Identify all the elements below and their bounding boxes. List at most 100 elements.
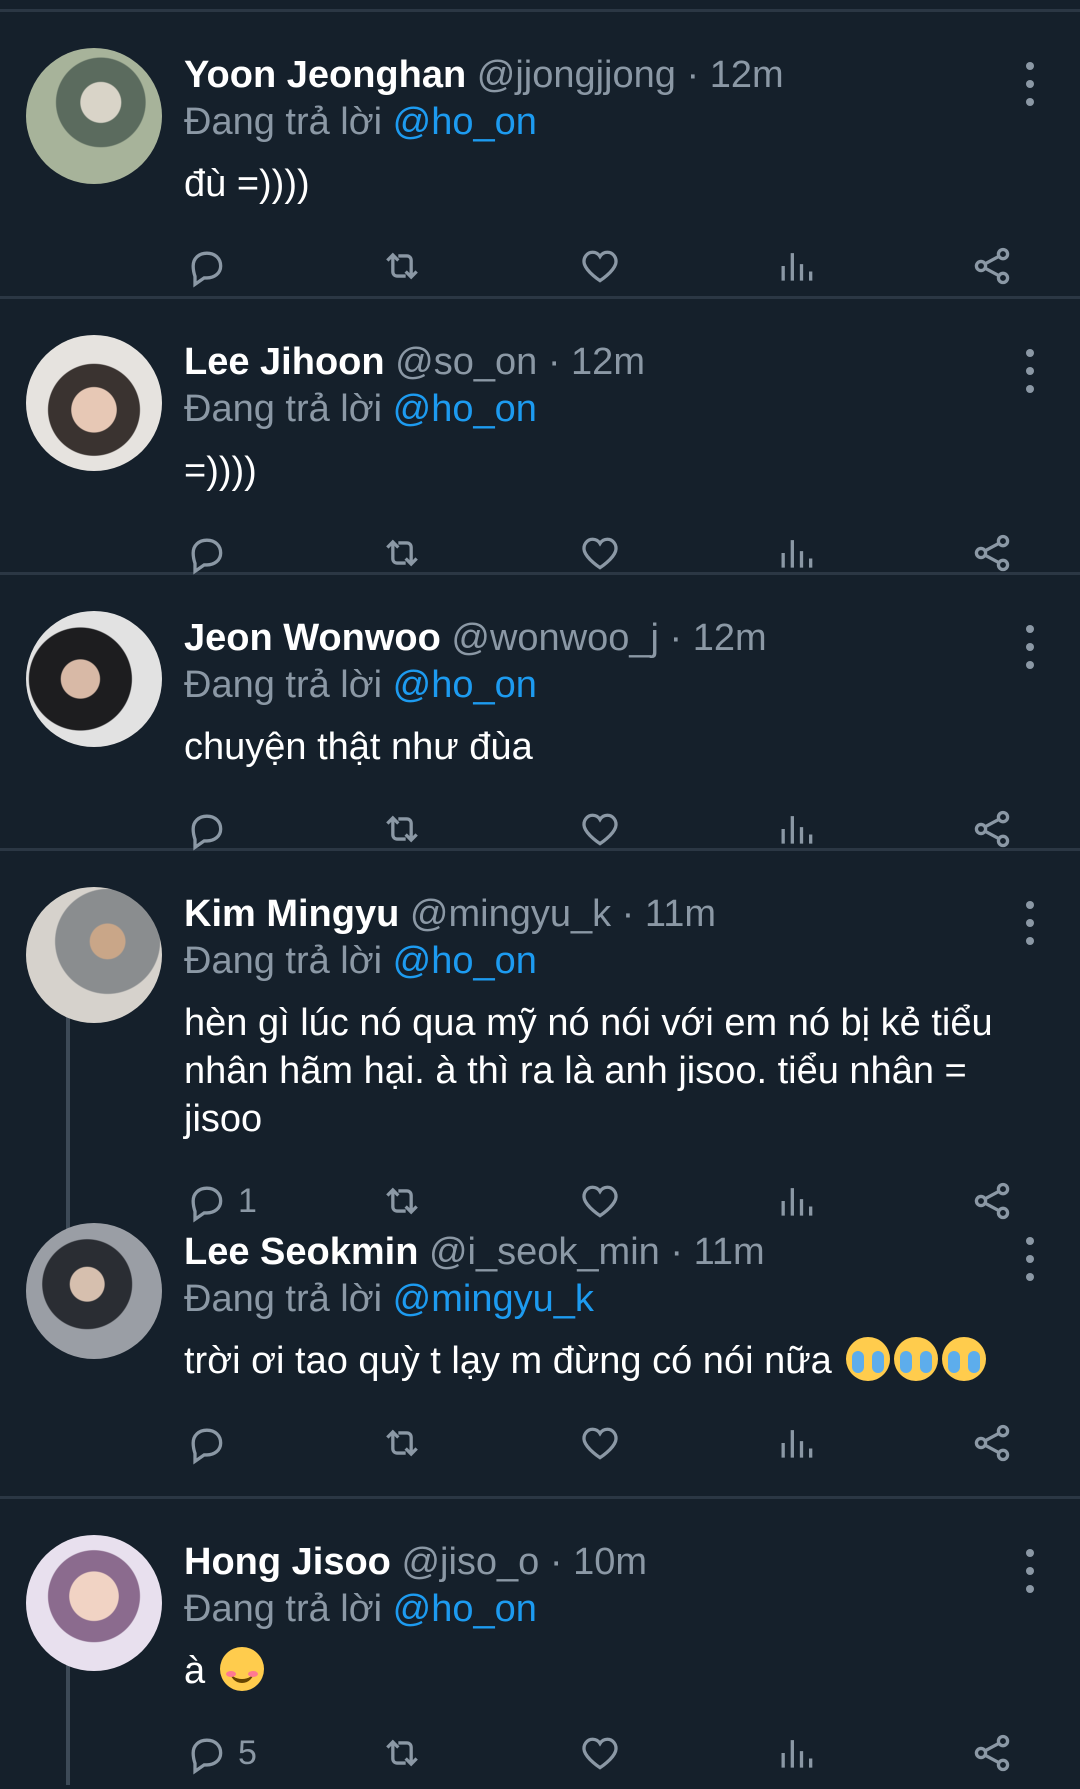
- heart-icon: [582, 1427, 618, 1460]
- reply-button[interactable]: [184, 236, 238, 296]
- separator-dot: ·: [621, 893, 635, 935]
- user-handle[interactable]: @jjongjjong: [477, 54, 676, 96]
- share-button[interactable]: [970, 236, 1014, 296]
- display-name[interactable]: Kim Mingyu: [184, 893, 399, 935]
- display-name[interactable]: Hong Jisoo: [184, 1541, 391, 1583]
- timestamp[interactable]: 12m: [710, 54, 784, 96]
- more-vertical-icon: [1026, 349, 1034, 357]
- avatar[interactable]: [26, 48, 162, 184]
- retweet-icon: [386, 539, 418, 567]
- like-button[interactable]: [578, 1171, 622, 1231]
- reply-button[interactable]: [184, 523, 238, 583]
- heart-icon: [582, 1185, 618, 1218]
- reply-button[interactable]: 1: [184, 1171, 257, 1231]
- action-bar: [184, 799, 1020, 859]
- tweet[interactable]: Lee Jihoon @so_on · 12m Đang trả lời @ho…: [0, 299, 1080, 575]
- tweet-header: Lee Jihoon @so_on · 12m: [184, 339, 1020, 385]
- user-handle[interactable]: @i_seok_min: [429, 1231, 660, 1273]
- like-button[interactable]: [578, 799, 622, 859]
- timestamp[interactable]: 10m: [573, 1541, 647, 1583]
- share-icon: [974, 247, 1010, 285]
- tweet-header: Yoon Jeonghan @jjongjjong · 12m: [184, 52, 1020, 98]
- more-options-button[interactable]: [1020, 349, 1040, 393]
- timestamp[interactable]: 11m: [645, 893, 716, 935]
- more-options-button[interactable]: [1020, 901, 1040, 945]
- views-button[interactable]: [774, 799, 818, 859]
- mention-link[interactable]: @ho_on: [393, 1588, 537, 1630]
- like-button[interactable]: [578, 1723, 622, 1783]
- user-handle[interactable]: @jiso_o: [401, 1541, 539, 1583]
- user-handle[interactable]: @wonwoo_j: [451, 617, 659, 659]
- avatar[interactable]: [26, 611, 162, 747]
- like-button[interactable]: [578, 523, 622, 583]
- tweet[interactable]: Yoon Jeonghan @jjongjjong · 12m Đang trả…: [0, 12, 1080, 299]
- reply-count: 5: [238, 1733, 257, 1772]
- share-button[interactable]: [970, 1413, 1014, 1473]
- retweet-button[interactable]: [380, 799, 424, 859]
- replying-to-line: Đang trả lời @ho_on: [184, 937, 1020, 985]
- action-bar: [184, 523, 1020, 583]
- timestamp[interactable]: 12m: [571, 341, 645, 383]
- retweet-button[interactable]: [380, 523, 424, 583]
- display-name[interactable]: Yoon Jeonghan: [184, 54, 466, 96]
- mention-link[interactable]: @ho_on: [393, 388, 537, 430]
- more-options-button[interactable]: [1020, 62, 1040, 106]
- more-vertical-icon: [1026, 62, 1034, 70]
- retweet-button[interactable]: [380, 236, 424, 296]
- views-button[interactable]: [774, 1723, 818, 1783]
- display-name[interactable]: Lee Seokmin: [184, 1231, 418, 1273]
- more-options-button[interactable]: [1020, 1237, 1040, 1281]
- heart-icon: [582, 537, 618, 570]
- like-button[interactable]: [578, 1413, 622, 1473]
- more-options-button[interactable]: [1020, 625, 1040, 669]
- avatar[interactable]: [26, 887, 162, 1023]
- avatar[interactable]: [26, 1223, 162, 1359]
- replying-to-label: Đang trả lời: [184, 1588, 383, 1630]
- share-icon: [974, 1734, 1010, 1772]
- separator-dot: ·: [669, 617, 683, 659]
- views-button[interactable]: [774, 236, 818, 296]
- views-button[interactable]: [774, 523, 818, 583]
- reply-button[interactable]: [184, 1413, 238, 1473]
- retweet-button[interactable]: [380, 1413, 424, 1473]
- tweet-text-row: trời ơi tao quỳ t lạy m đừng có nói nữa: [184, 1337, 1020, 1385]
- timestamp[interactable]: 11m: [694, 1231, 765, 1273]
- reply-button[interactable]: [184, 799, 238, 859]
- retweet-button[interactable]: [380, 1171, 424, 1231]
- bar-chart-icon: [781, 1740, 813, 1768]
- like-button[interactable]: [578, 236, 622, 296]
- mention-link[interactable]: @mingyu_k: [393, 1278, 594, 1320]
- share-button[interactable]: [970, 799, 1014, 859]
- share-button[interactable]: [970, 523, 1014, 583]
- user-handle[interactable]: @so_on: [395, 341, 537, 383]
- views-button[interactable]: [774, 1413, 818, 1473]
- tweet[interactable]: Jeon Wonwoo @wonwoo_j · 12m Đang trả lời…: [0, 575, 1080, 851]
- separator-dot: ·: [547, 341, 561, 383]
- views-button[interactable]: [774, 1171, 818, 1231]
- more-options-button[interactable]: [1020, 1549, 1040, 1593]
- tweet[interactable]: Lee Seokmin @i_seok_min · 11m Đang trả l…: [0, 1223, 1080, 1499]
- tweet[interactable]: Kim Mingyu @mingyu_k · 11m Đang trả lời …: [0, 851, 1080, 1273]
- user-handle[interactable]: @mingyu_k: [410, 893, 611, 935]
- share-icon: [974, 1424, 1010, 1462]
- retweet-button[interactable]: [380, 1723, 424, 1783]
- retweet-icon: [386, 252, 418, 280]
- bar-chart-icon: [781, 253, 813, 281]
- replying-to-line: Đang trả lời @mingyu_k: [184, 1275, 1020, 1323]
- share-button[interactable]: [970, 1723, 1014, 1783]
- display-name[interactable]: Jeon Wonwoo: [184, 617, 441, 659]
- mention-link[interactable]: @ho_on: [393, 940, 537, 982]
- tweet[interactable]: Hong Jisoo @jiso_o · 10m Đang trả lời @h…: [0, 1499, 1080, 1785]
- avatar[interactable]: [26, 1535, 162, 1671]
- display-name[interactable]: Lee Jihoon: [184, 341, 385, 383]
- mention-link[interactable]: @ho_on: [393, 101, 537, 143]
- separator-dot: ·: [686, 54, 700, 96]
- timestamp[interactable]: 12m: [693, 617, 767, 659]
- replying-to-line: Đang trả lời @ho_on: [184, 385, 1020, 433]
- action-bar: 5: [184, 1723, 1020, 1783]
- retweet-icon: [386, 1739, 418, 1767]
- share-button[interactable]: [970, 1171, 1014, 1231]
- avatar[interactable]: [26, 335, 162, 471]
- reply-button[interactable]: 5: [184, 1723, 257, 1783]
- mention-link[interactable]: @ho_on: [393, 664, 537, 706]
